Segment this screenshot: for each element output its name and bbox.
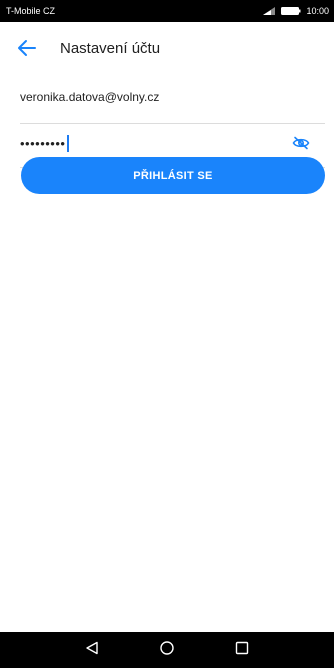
email-value: veronika.datova@volny.cz — [20, 90, 160, 104]
status-bar: T-Mobile CZ 10:00 — [0, 0, 334, 22]
password-value: ••••••••• — [20, 135, 69, 152]
eye-off-icon — [292, 136, 310, 155]
nav-recents-button[interactable] — [230, 638, 254, 662]
login-button[interactable]: PŘIHLÁSIT SE — [21, 157, 325, 194]
password-mask: ••••••••• — [20, 136, 66, 151]
arrow-left-icon — [17, 39, 37, 62]
navigation-bar — [0, 632, 334, 668]
carrier-label: T-Mobile CZ — [6, 6, 56, 16]
password-visibility-toggle[interactable] — [291, 135, 311, 155]
recents-square-icon — [235, 641, 249, 660]
signal-icon — [262, 6, 276, 16]
battery-icon — [281, 6, 301, 16]
clock: 10:00 — [306, 6, 329, 16]
home-circle-icon — [159, 640, 175, 661]
status-icons: 10:00 — [262, 6, 329, 16]
nav-home-button[interactable] — [155, 638, 179, 662]
app-bar: Nastavení účtu — [0, 22, 334, 78]
nav-back-button[interactable] — [80, 638, 104, 662]
page-title: Nastavení účtu — [60, 40, 161, 57]
email-field[interactable]: veronika.datova@volny.cz — [20, 80, 325, 124]
text-caret — [67, 135, 69, 152]
back-button[interactable] — [14, 37, 40, 63]
back-triangle-icon — [85, 641, 99, 660]
